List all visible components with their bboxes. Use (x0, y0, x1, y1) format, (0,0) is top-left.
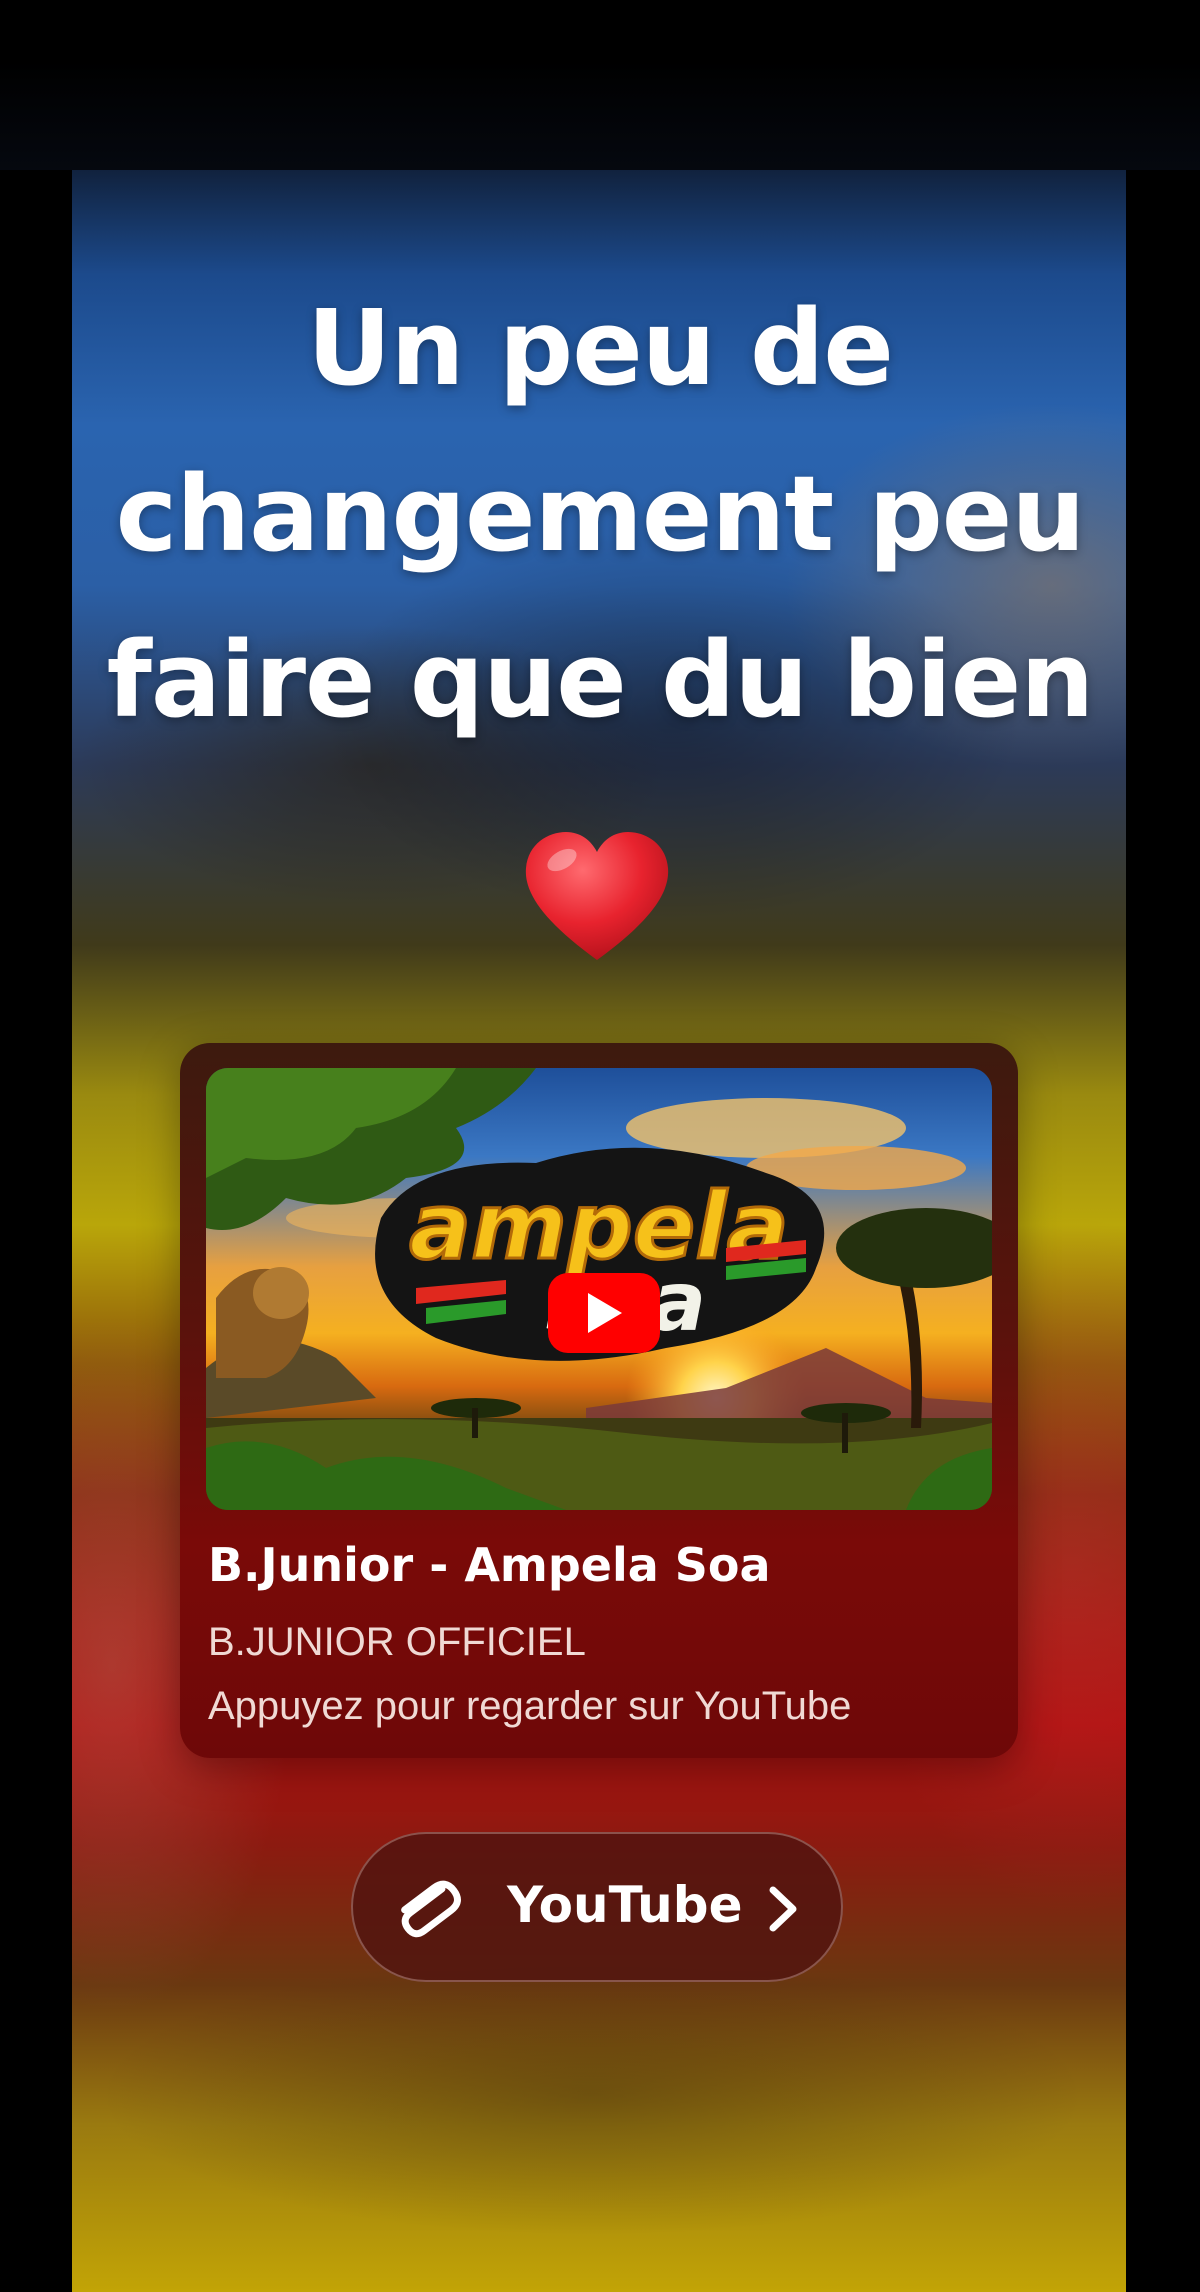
channel-name: B.JUNIOR OFFICIEL (208, 1620, 586, 1664)
story-headline: Un peu de changement peu faire que du bi… (0, 265, 1200, 763)
top-shade (0, 0, 1200, 170)
youtube-card[interactable]: ampela soa B.Junior - Ampela Soa B.JUNIO… (180, 1043, 1018, 1758)
video-title: B.Junior - Ampela Soa (208, 1538, 771, 1592)
video-thumbnail[interactable]: ampela soa (206, 1068, 992, 1510)
watch-hint: Appuyez pour regarder sur YouTube (208, 1684, 852, 1728)
paperclip-icon (401, 1880, 461, 1938)
headline-line-3: faire que du bien (106, 619, 1095, 741)
chevron-right-icon (769, 1886, 797, 1932)
youtube-link-sticker[interactable]: YouTube (351, 1832, 843, 1982)
headline-line-1: Un peu de (307, 287, 894, 409)
play-button[interactable] (548, 1273, 660, 1353)
heart-icon (525, 832, 669, 960)
link-label: YouTube (507, 1876, 743, 1934)
headline-line-2: changement peu (115, 453, 1086, 575)
play-icon (588, 1293, 622, 1333)
